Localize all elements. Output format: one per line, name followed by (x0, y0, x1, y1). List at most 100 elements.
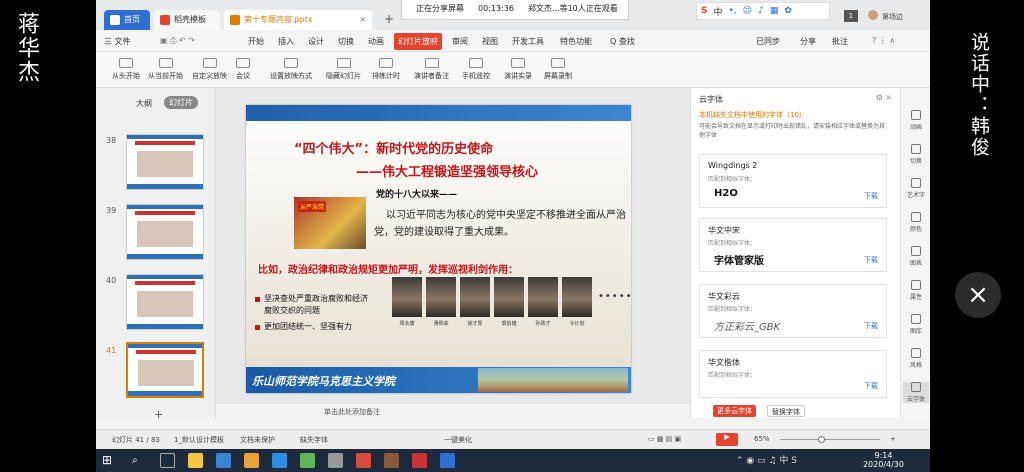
new-tab-icon[interactable]: + (384, 12, 394, 26)
font-card[interactable]: 华文楷体 匹配到相似字体： 下载 (699, 350, 887, 398)
meeting-button[interactable]: 会议 (236, 58, 250, 81)
screen-share-bar[interactable]: 正在分享屏幕 00:13:36 郑文杰...等10人正在观看 (401, 0, 629, 20)
ime-toolbar[interactable]: S 中 •, ☺ ♪ ▦ ✿ (696, 2, 830, 20)
menu-view[interactable]: 视图 (482, 36, 498, 47)
font-card[interactable]: 华文中宋 匹配到相似字体： 字体管家版 下载 (699, 218, 887, 272)
help-more-icons[interactable]: ? ⋮ ∧ (872, 36, 895, 45)
app2-icon[interactable] (356, 453, 371, 468)
wps-icon[interactable] (412, 453, 427, 468)
zoom-slider[interactable] (780, 439, 880, 440)
menu-synced[interactable]: 已同步 (756, 36, 780, 47)
folder-icon[interactable] (244, 453, 259, 468)
app-icon[interactable] (328, 453, 343, 468)
doc-protect[interactable]: 文档未保护 (240, 435, 275, 445)
download-link[interactable]: 下载 (864, 381, 878, 391)
portrait-photo (460, 277, 490, 317)
notes-area[interactable]: 单击此处添加备注 (216, 404, 690, 418)
sidebar-wordart[interactable]: 艺术字 (903, 178, 929, 199)
download-link[interactable]: 下载 (864, 321, 878, 331)
from-current-button[interactable]: 从当前开始 (148, 58, 183, 81)
avatar[interactable] (868, 10, 878, 20)
view-mode-icons[interactable]: ▭ ▦ ▤ ▣ (648, 435, 681, 443)
panel-close-icon[interactable]: ⚙ × (876, 93, 892, 102)
speaker-panel-right: 说话中：韩俊 × (930, 0, 1024, 472)
search-icon[interactable]: ⌕ (132, 453, 147, 468)
template-name[interactable]: 1_默认设计模板 (174, 435, 224, 445)
slide-title: “四个伟大”：新时代党的历史使命 (294, 142, 494, 157)
user-name[interactable]: 第场边 (882, 12, 903, 22)
sidebar-color[interactable]: 颜色 (903, 212, 929, 233)
notification-badge[interactable]: 1 (844, 10, 858, 22)
slide-thumbnail-pane: 大纲 幻灯片 38 39 40 41 + (96, 88, 216, 421)
current-slide[interactable]: “四个伟大”：新时代党的历史使命 ——伟大工程锻造坚强领导核心 党的十八大以来—… (246, 105, 631, 393)
menu-home[interactable]: 开始 (248, 36, 264, 47)
font-card[interactable]: Wingdings 2 匹配到相似字体： H2O 下载 (699, 154, 887, 208)
slide-thumbnail[interactable] (126, 134, 204, 190)
palette-icon (911, 212, 921, 222)
sidebar-properties[interactable]: 属性 (903, 280, 929, 301)
replace-fonts-button[interactable]: 替换字体 (767, 405, 805, 417)
tab-docer[interactable]: 稻壳模板 (154, 10, 220, 30)
more-fonts-button[interactable]: 更多云字体 (713, 405, 756, 417)
phone-remote-button[interactable]: 手机遥控 (462, 58, 490, 81)
meeting-app-icon[interactable] (440, 453, 455, 468)
menu-share[interactable]: 分享 (800, 36, 816, 47)
tab-slides[interactable]: 幻灯片 (164, 96, 198, 109)
edge-icon[interactable] (216, 453, 231, 468)
media-icon[interactable] (300, 453, 315, 468)
menu-features[interactable]: 特色功能 (560, 36, 592, 47)
setup-show-button[interactable]: 设置放映方式 (270, 58, 312, 81)
beautify-button[interactable]: 一键美化 (444, 435, 472, 445)
quick-access-icons[interactable]: ▣ ⎙ ↶ ↷ (160, 36, 195, 46)
font-preview: 方正彩云_GBK (714, 322, 781, 333)
menu-animation[interactable]: 动画 (368, 36, 384, 47)
close-button[interactable]: × (955, 272, 1001, 318)
add-slide-icon[interactable]: + (154, 408, 163, 421)
sidebar-transition[interactable]: 切换 (903, 144, 929, 165)
rehearse-timing-button[interactable]: 排练计时 (372, 58, 400, 81)
tray-icons[interactable]: ⌃ ◉ ▭ ♫ 中 S (736, 453, 856, 468)
from-start-button[interactable]: 从头开始 (112, 58, 140, 81)
slide-thumbnail-current[interactable] (126, 342, 204, 398)
slide-thumbnail[interactable] (126, 274, 204, 330)
menu-search[interactable]: Q 查找 (610, 36, 635, 47)
zoom-slider-knob[interactable] (818, 436, 825, 443)
font-card[interactable]: 华文彩云 匹配到相似字体： 方正彩云_GBK 下载 (699, 284, 887, 338)
custom-show-button[interactable]: 自定义放映 (192, 58, 227, 81)
slide-number-current: 41 (106, 346, 117, 355)
download-link[interactable]: 下载 (864, 191, 878, 201)
speech-record-button[interactable]: 演讲实录 (504, 58, 532, 81)
sidebar-gallery[interactable]: 图库 (903, 314, 929, 335)
zoom-in-icon[interactable]: + (890, 435, 896, 443)
download-link[interactable]: 下载 (864, 255, 878, 265)
menu-transitions[interactable]: 切换 (338, 36, 354, 47)
speaker-notes-button[interactable]: 演讲者备注 (414, 58, 449, 81)
sidebar-chart[interactable]: 图表 (903, 246, 929, 267)
sidebar-style[interactable]: 风格 (903, 348, 929, 369)
ie-icon[interactable] (272, 453, 287, 468)
menu-design[interactable]: 设计 (308, 36, 324, 47)
tab-home[interactable]: 首页 (104, 10, 150, 30)
missing-fonts[interactable]: 缺失字体 (300, 435, 328, 445)
app3-icon[interactable] (384, 453, 399, 468)
menu-review[interactable]: 审阅 (452, 36, 468, 47)
sidebar-cloud-font[interactable]: 云字体 (903, 382, 929, 403)
play-slideshow-icon[interactable]: ▶ (716, 433, 738, 446)
tab-document[interactable]: 第十专题内容.pptx × (224, 10, 372, 30)
menu-slideshow[interactable]: 幻灯片放映 (394, 33, 442, 50)
slide-thumbnail[interactable] (126, 204, 204, 260)
menu-file[interactable]: 三 文件 (104, 36, 131, 47)
task-view-icon[interactable] (160, 453, 175, 468)
close-tab-icon[interactable]: × (359, 10, 366, 30)
menu-insert[interactable]: 插入 (278, 36, 294, 47)
zoom-level[interactable]: 65% (754, 435, 770, 443)
system-clock[interactable]: 9:14 2020/4/30 (863, 451, 904, 469)
tab-outline[interactable]: 大纲 (136, 98, 152, 109)
screen-record-button[interactable]: 屏幕录制 (544, 58, 572, 81)
menu-developer[interactable]: 开发工具 (512, 36, 544, 47)
hide-slide-button[interactable]: 隐藏幻灯片 (326, 58, 361, 81)
menu-comment[interactable]: 批注 (832, 36, 848, 47)
sidebar-animation[interactable]: 动画 (903, 110, 929, 131)
windows-start-icon[interactable]: ⊞ (102, 453, 117, 468)
explorer-icon[interactable] (188, 453, 203, 468)
